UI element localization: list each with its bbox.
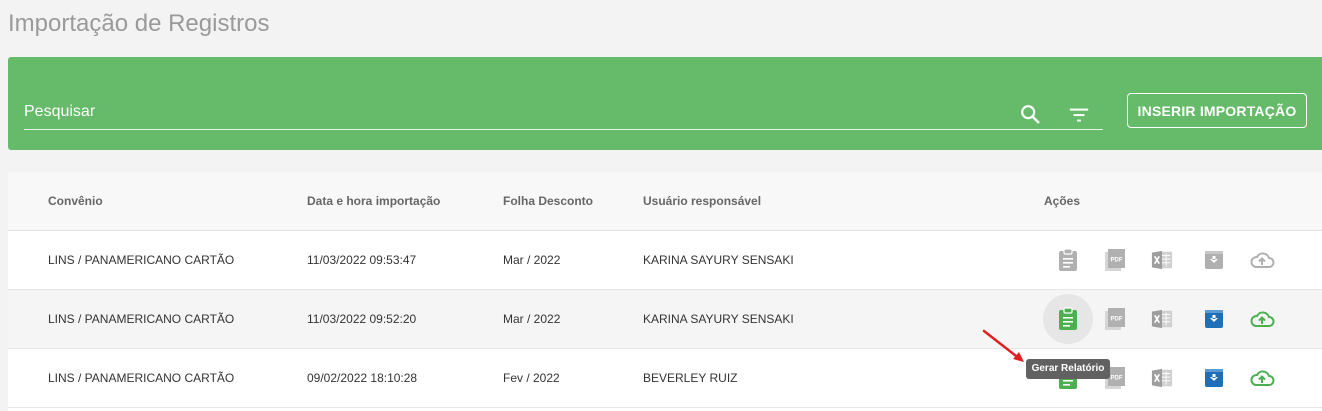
imports-table: Convênio Data e hora importação Folha De… xyxy=(8,172,1322,411)
excel-icon[interactable] xyxy=(1151,307,1173,331)
cell-usuario: KARINA SAYURY SENSAKI xyxy=(643,312,794,326)
search-toolbar: INSERIR IMPORTAÇÃO xyxy=(8,57,1322,150)
page-title: Importação de Registros xyxy=(8,10,270,37)
cloud-upload-icon[interactable] xyxy=(1249,307,1275,331)
cell-folha: Mar / 2022 xyxy=(503,312,561,326)
tooltip-gerar-relatorio: Gerar Relatório xyxy=(1026,359,1110,379)
cell-usuario: BEVERLEY RUIZ xyxy=(643,371,738,385)
pdf-icon[interactable]: PDF xyxy=(1104,307,1126,331)
clipboard-icon[interactable] xyxy=(1057,307,1079,331)
header-convenio: Convênio xyxy=(48,194,103,208)
cell-usuario: KARINA SAYURY SENSAKI xyxy=(643,253,794,267)
cell-data-hora: 11/03/2022 09:52:20 xyxy=(307,312,417,326)
search-icon[interactable] xyxy=(1019,103,1041,125)
filter-icon[interactable] xyxy=(1068,105,1090,125)
clipboard-icon[interactable] xyxy=(1057,248,1079,272)
pdf-icon[interactable]: PDF xyxy=(1104,248,1126,272)
svg-text:PDF: PDF xyxy=(1111,317,1123,323)
search-field xyxy=(24,97,1103,130)
cell-convenio: LINS / PANAMERICANO CARTÃO xyxy=(48,312,235,326)
cell-data-hora: 11/03/2022 09:53:47 xyxy=(307,253,417,267)
cell-data-hora: 09/02/2022 18:10:28 xyxy=(307,371,418,385)
cloud-upload-icon[interactable] xyxy=(1249,366,1275,390)
download-box-icon[interactable] xyxy=(1203,366,1225,390)
download-box-icon[interactable] xyxy=(1203,248,1225,272)
table-row: LINS / PANAMERICANO CARTÃO 11/03/2022 09… xyxy=(8,231,1322,290)
cloud-upload-icon[interactable] xyxy=(1249,248,1275,272)
download-box-icon[interactable] xyxy=(1203,307,1225,331)
header-acoes: Ações xyxy=(1044,194,1081,208)
cell-convenio: LINS / PANAMERICANO CARTÃO xyxy=(48,253,235,267)
svg-text:PDF: PDF xyxy=(1111,258,1123,264)
header-folha: Folha Desconto xyxy=(503,194,594,208)
header-usuario: Usuário responsável xyxy=(643,194,762,208)
annotation-arrow-icon xyxy=(982,329,1024,362)
cell-folha: Mar / 2022 xyxy=(503,253,561,267)
table-row: LINS / PANAMERICANO CARTÃO 11/03/2022 09… xyxy=(8,290,1322,349)
table-row: LINS / PANAMERICANO CARTÃO 09/02/2022 18… xyxy=(8,349,1322,408)
search-input[interactable] xyxy=(24,97,984,127)
excel-icon[interactable] xyxy=(1151,366,1173,390)
header-data-hora: Data e hora importação xyxy=(307,194,441,208)
table-header: Convênio Data e hora importação Folha De… xyxy=(8,172,1322,231)
insert-import-button[interactable]: INSERIR IMPORTAÇÃO xyxy=(1127,93,1307,128)
svg-text:PDF: PDF xyxy=(1111,376,1123,382)
cell-convenio: LINS / PANAMERICANO CARTÃO xyxy=(48,371,235,385)
excel-icon[interactable] xyxy=(1151,248,1173,272)
cell-folha: Fev / 2022 xyxy=(503,371,560,385)
